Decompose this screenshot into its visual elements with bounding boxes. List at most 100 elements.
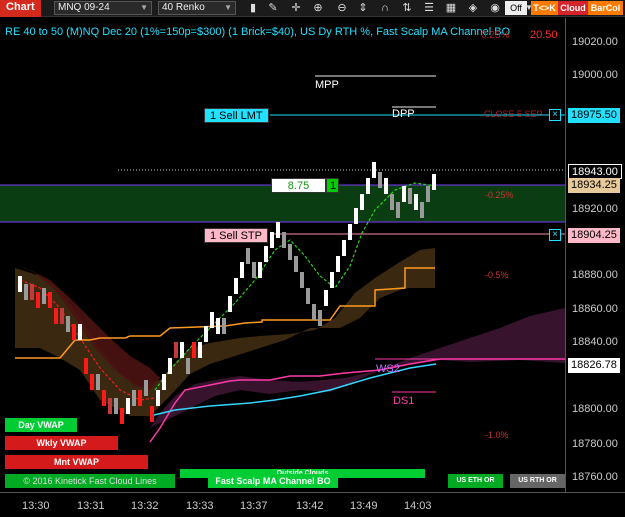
trade-icon[interactable]: ⇅ [400,1,414,15]
renko-brick [330,272,334,288]
renko-brick [342,240,346,256]
renko-brick [138,390,142,406]
pencil-icon[interactable]: ✎ [266,1,280,15]
interval-select[interactable]: 40 Renko ▼ [158,1,236,15]
us-eth-or-button[interactable]: US ETH OR [448,474,503,488]
renko-brick [408,188,412,204]
wkly-vwap-button[interactable]: Wkly VWAP [5,436,118,450]
off-toggle[interactable]: Off [505,1,527,15]
time-tick: 13:33 [186,500,214,512]
time-tick: 13:42 [296,500,324,512]
scroll-icon[interactable]: ⇕ [356,1,370,15]
renko-brick [186,358,190,374]
renko-brick [204,326,208,342]
price-tick: 18780.00 [572,438,618,450]
tck-button[interactable]: T<>K [531,1,558,15]
chevron-down-icon: ▼ [140,3,148,12]
cancel-lmt-icon[interactable]: × [549,109,561,121]
time-tick: 14:03 [404,500,432,512]
renko-brick [102,390,106,406]
chart-panel[interactable]: RE 40 to 50 (M)NQ Dec 20 (1%=150p=$300) … [0,18,565,492]
instrument-select-label: MNQ 09-24 [58,2,110,13]
renko-brick [420,202,424,218]
renko-brick [192,342,196,358]
list-icon[interactable]: ☰ [422,1,436,15]
renko-brick [54,308,58,324]
sell-stp-price-label: 18904.25 [568,228,620,243]
renko-brick [318,310,322,326]
pnl-qty[interactable]: 1 [326,178,339,193]
header-pct-top: 0.25% [481,30,510,41]
zoom-out-icon[interactable]: ⊖ [335,1,349,15]
time-tick: 13:32 [131,500,159,512]
interval-select-label: 40 Renko [162,2,205,13]
fast-scalp-button[interactable]: Fast Scalp MA Channel BO [208,474,338,488]
us-rth-or-button[interactable]: US RTH OR [510,474,565,488]
renko-brick [168,358,172,374]
renko-brick [348,224,352,240]
renko-brick [306,288,310,304]
renko-brick [252,262,256,278]
sell-stp-order[interactable]: 1 Sell STP [204,228,268,243]
renko-brick [132,390,136,406]
renko-brick [390,194,394,210]
chevron-down-icon: ▼ [224,3,232,12]
price-axis[interactable]: 19020.00 19000.00 18975.50 18943.00 1893… [565,18,625,492]
crosshair-icon[interactable]: ✛ [289,1,303,15]
dpp-label: DPP [392,108,415,120]
renko-brick [18,276,22,292]
renko-brick [246,248,250,264]
close-5sep-label: CLOSE 5 SEP [484,109,543,119]
renko-brick [360,194,364,210]
renko-brick [66,316,70,332]
renko-brick [108,398,112,414]
mnt-vwap-button[interactable]: Mnt VWAP [5,455,148,469]
ws2-price-label: 18826.78 [568,358,620,373]
renko-brick [276,222,280,238]
renko-brick [264,246,268,262]
price-tick: 18880.00 [572,269,618,281]
sell-lmt-order[interactable]: 1 Sell LMT [204,108,269,123]
renko-brick [294,256,298,272]
renko-brick [384,178,388,194]
renko-brick [198,342,202,358]
avg-price-label: 18934.25 [568,178,620,193]
price-tick: 18860.00 [572,303,618,315]
cancel-stp-icon[interactable]: × [549,229,561,241]
renko-brick [36,292,40,308]
price-tick: 18760.00 [572,471,618,483]
renko-brick [60,308,64,324]
renko-brick [48,292,52,308]
time-axis[interactable]: 13:30 13:31 13:32 13:33 13:37 13:42 13:4… [0,492,625,517]
cloud-button[interactable]: Cloud [558,1,588,15]
tile-icon[interactable]: ▦ [444,1,458,15]
renko-brick [354,208,358,224]
renko-brick [432,174,436,190]
renko-brick [366,178,370,194]
renko-brick [222,318,226,334]
copyright-label: © 2016 Kinetick Fast Cloud Lines [5,474,175,488]
renko-brick [312,304,316,320]
magnet-icon[interactable]: ∩ [378,1,392,15]
renko-brick [324,290,328,306]
zoom-in-icon[interactable]: ⊕ [311,1,325,15]
day-vwap-button[interactable]: Day VWAP [5,418,77,432]
renko-brick [42,288,46,304]
renko-brick [30,284,34,300]
renko-brick [240,262,244,278]
renko-brick [258,262,262,278]
last-price-label: 18943.00 [568,164,622,179]
chart-canvas [0,75,565,443]
chart-title[interactable]: Chart [0,0,41,17]
alert-icon[interactable]: ◈ [466,1,480,15]
barcol-button[interactable]: BarCol [588,1,623,15]
mpp-label: MPP [315,79,339,91]
renko-brick [90,374,94,390]
renko-brick [210,312,214,328]
price-tick: 19020.00 [572,36,618,48]
instrument-select[interactable]: MNQ 09-24 ▼ [54,1,152,15]
price-tick: 18920.00 [572,203,618,215]
bell-icon[interactable]: ◉ [488,1,502,15]
renko-brick [336,256,340,272]
bar-chart-icon[interactable]: ▮ [246,1,260,15]
